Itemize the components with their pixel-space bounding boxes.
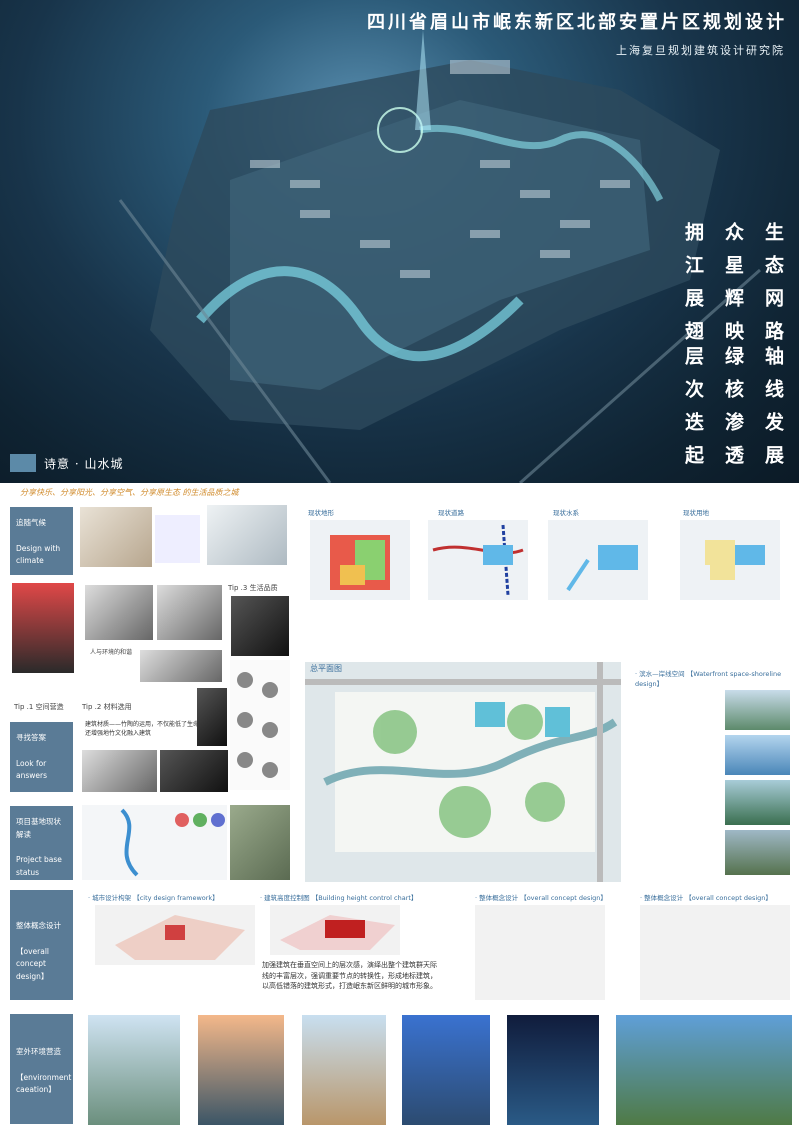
concept-badge (10, 454, 36, 472)
page-title: 四川省眉山市岷东新区北部安置片区规划设计 (367, 12, 787, 33)
poem-col-2: 众星辉映 (722, 222, 744, 354)
panel-landuse-title: 现状用地 (683, 509, 709, 517)
framework-title: · 城市设计构架 【city design framework】 (88, 894, 219, 902)
poem-col-6: 轴线发展 (762, 346, 784, 478)
concept-title: 诗意 · 山水城 (44, 457, 124, 471)
env-photo-4 (402, 1015, 490, 1125)
sichuan-map (80, 507, 152, 567)
poem-col-5: 绿核渗透 (722, 346, 744, 478)
bamboo-photo-1 (82, 750, 157, 792)
overall-diagram-1 (475, 905, 605, 1000)
poem-col-4: 层次迭起 (682, 346, 704, 478)
pot-photo (197, 688, 227, 746)
tip-3-label: Tip .3 生活品质 (228, 584, 278, 592)
overall-title-1: · 整体概念设计 【overall concept design】 (475, 894, 607, 902)
env-photo-1 (88, 1015, 180, 1125)
env-photo-2 (198, 1015, 284, 1125)
roads-map (428, 520, 528, 600)
master-plan (305, 662, 621, 882)
terrain-map (310, 520, 410, 600)
map-legend (155, 515, 200, 563)
waterfront-photo-1 (725, 690, 790, 730)
waterfront-title: · 滨水—岸线空间 【Waterfront space-shoreline de… (635, 670, 782, 688)
hero-rendering: 四川省眉山市岷东新区北部安置片区规划设计 上海复旦规划建筑设计研究院 拥江展翅 … (0, 0, 799, 483)
building-photo (140, 650, 222, 682)
overall-diagram-2 (640, 905, 790, 1000)
env-photo-6 (616, 1015, 792, 1125)
poem-col-3: 生态网路 (762, 222, 784, 354)
base-diagram (82, 805, 227, 880)
waterfront-photo-4 (725, 830, 790, 875)
diagram-circles (230, 660, 290, 790)
hammock-photo (85, 585, 153, 640)
framework-diagram (95, 905, 255, 965)
highway-photo (231, 596, 289, 656)
overall-title-2: · 整体概念设计 【overall concept design】 (640, 894, 772, 902)
panel-roads-title: 现状道路 (438, 509, 464, 517)
sidebar-environment: 室外环境营造 【environment caeation】 (10, 1014, 73, 1124)
tip-1-label: Tip .1 空间营造 (14, 703, 64, 711)
portrait-photo (12, 583, 74, 673)
height-diagram (270, 905, 400, 955)
landuse-map (680, 520, 780, 600)
water-map (548, 520, 648, 600)
sidebar-base: 项目基地现状解读 Project base status interpretat… (10, 806, 73, 890)
env-photo-3 (302, 1015, 386, 1125)
height-title: · 建筑高度控制图 【Building height control chart… (260, 894, 418, 902)
nature-caption: 人与环境的和谐 (90, 649, 133, 656)
sidebar-answers: 寻找答案 Look for answers (10, 722, 73, 792)
waterfront-photo-3 (725, 780, 790, 825)
sidebar-climate: 追随气候 Design with climate (10, 507, 73, 575)
height-text: 加强建筑在垂直空间上的层次感，演绎出整个建筑群天际线的丰富层次，强调重要节点的转… (262, 961, 437, 990)
child-photo (157, 585, 222, 640)
panel-water-title: 现状水系 (553, 509, 579, 517)
waterfront-photo-2 (725, 735, 790, 775)
env-photo-5 (507, 1015, 599, 1125)
poem-col-1: 拥江展翅 (682, 222, 704, 354)
china-map (207, 505, 287, 565)
bamboo-photo-2 (160, 750, 228, 792)
sidebar-concept: 整体概念设计 【overall concept design】 (10, 890, 73, 1000)
plan-title: 总平面图 (310, 664, 342, 673)
panel-terrain-title: 现状地形 (308, 509, 334, 517)
institute-name: 上海复旦规划建筑设计研究院 (616, 44, 785, 57)
slogan: 分享快乐、分享阳光、分享空气、分享原生态 的生活品质之城 (20, 488, 239, 497)
satellite-photo (230, 805, 290, 880)
tip-2-label: Tip .2 材料选用 (82, 703, 132, 711)
